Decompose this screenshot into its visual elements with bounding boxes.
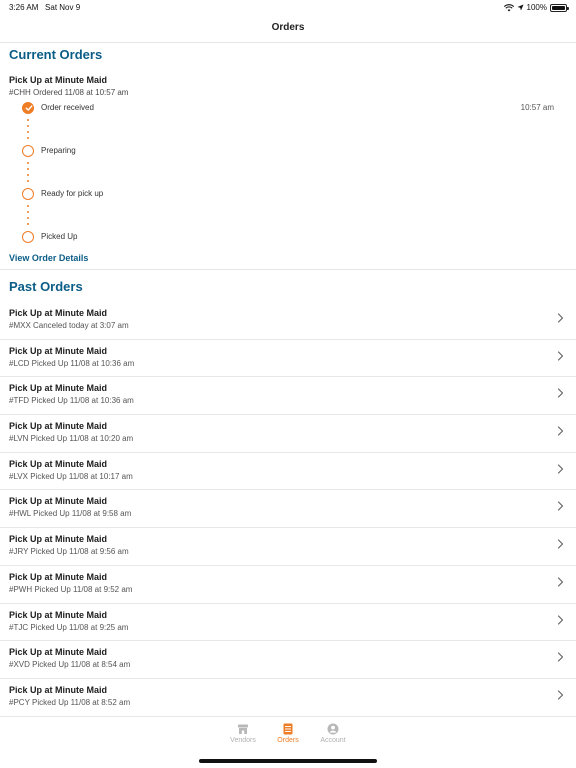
timeline-step-ready: Ready for pick up bbox=[22, 188, 562, 200]
past-order-title: Pick Up at Minute Maid bbox=[9, 383, 108, 394]
past-order-row[interactable]: Pick Up at Minute Maid #LVX Picked Up 11/… bbox=[0, 453, 576, 491]
chevron-right-icon bbox=[557, 426, 564, 436]
past-order-subtitle: #LCD Picked Up 11/08 at 10:36 am bbox=[9, 358, 135, 368]
past-order-row[interactable]: Pick Up at Minute Maid #JRY Picked Up 11/… bbox=[0, 528, 576, 566]
past-order-subtitle: #JRY Picked Up 11/08 at 9:56 am bbox=[9, 547, 129, 557]
past-order-subtitle: #HWL Picked Up 11/08 at 9:58 am bbox=[9, 509, 132, 519]
status-time: 3:26 AM bbox=[9, 3, 39, 12]
chevron-right-icon bbox=[557, 652, 564, 662]
status-time-date: 3:26 AM Sat Nov 9 bbox=[9, 3, 80, 12]
past-order-row[interactable]: Pick Up at Minute Maid #MXX Canceled toda… bbox=[0, 302, 576, 340]
past-order-title: Pick Up at Minute Maid bbox=[9, 609, 108, 620]
past-order-title: Pick Up at Minute Maid bbox=[9, 534, 108, 545]
empty-circle-icon bbox=[22, 188, 34, 200]
past-order-title: Pick Up at Minute Maid bbox=[9, 308, 108, 318]
chevron-right-icon bbox=[557, 501, 564, 512]
timeline-step-preparing: Preparing bbox=[22, 145, 562, 157]
timeline-step-label: Picked Up bbox=[41, 232, 78, 241]
past-order-row[interactable]: Pick Up at Minute Maid #PWH Picked Up 11/… bbox=[0, 566, 576, 604]
past-order-subtitle: #MXX Canceled today at 3:07 am bbox=[9, 321, 129, 330]
past-orders-title: Past Orders bbox=[9, 279, 83, 294]
past-order-row[interactable]: Pick Up at Minute Maid #XVD Picked Up 11/… bbox=[0, 641, 576, 679]
tab-account[interactable]: Account bbox=[313, 723, 353, 744]
past-order-title: Pick Up at Minute Maid bbox=[9, 345, 108, 356]
timeline-step-label: Preparing bbox=[41, 146, 76, 155]
tab-vendors[interactable]: Vendors bbox=[223, 723, 263, 744]
page-title: Orders bbox=[271, 22, 305, 33]
past-order-title: Pick Up at Minute Maid bbox=[9, 571, 108, 582]
tab-orders[interactable]: Orders bbox=[268, 723, 308, 744]
past-order-subtitle: #LVN Picked Up 11/08 at 10:20 am bbox=[9, 434, 134, 444]
past-orders-list: Pick Up at Minute Maid #MXX Canceled toda… bbox=[0, 302, 576, 717]
past-order-row[interactable]: Pick Up at Minute Maid #TJC Picked Up 11/… bbox=[0, 604, 576, 642]
past-order-subtitle: #PWH Picked Up 11/08 at 9:52 am bbox=[9, 584, 133, 594]
chevron-right-icon bbox=[557, 464, 564, 474]
chevron-right-icon bbox=[557, 313, 564, 323]
past-order-title: Pick Up at Minute Maid bbox=[9, 647, 108, 658]
store-icon bbox=[238, 724, 248, 734]
tab-label: Orders bbox=[277, 737, 299, 744]
past-order-subtitle: #LVX Picked Up 11/08 at 10:17 am bbox=[9, 471, 133, 481]
wifi-icon bbox=[503, 3, 514, 11]
navigation-bar: Orders bbox=[0, 16, 576, 43]
past-order-subtitle: #XVD Picked Up 11/08 at 8:54 am bbox=[9, 660, 131, 670]
chevron-right-icon bbox=[557, 690, 564, 700]
past-order-row[interactable]: Pick Up at Minute Maid #LVN Picked Up 11/… bbox=[0, 415, 576, 453]
current-order-subtitle: #CHH Ordered 11/08 at 10:57 am bbox=[9, 88, 129, 97]
tab-label: Account bbox=[320, 737, 346, 744]
battery-nub bbox=[567, 6, 569, 10]
past-order-subtitle: #PCY Picked Up 11/08 at 8:52 am bbox=[9, 697, 131, 707]
past-order-subtitle: #TFD Picked Up 11/08 at 10:36 am bbox=[9, 396, 134, 406]
chevron-right-icon bbox=[557, 388, 564, 398]
empty-circle-icon bbox=[22, 145, 34, 157]
chevron-right-icon bbox=[557, 577, 564, 587]
timeline-step-picked-up: Picked Up bbox=[22, 231, 562, 243]
timeline-connector bbox=[27, 119, 29, 143]
past-order-row[interactable]: Pick Up at Minute Maid #HWL Picked Up 11/… bbox=[0, 490, 576, 529]
chevron-right-icon bbox=[557, 351, 564, 361]
current-order-heading: Pick Up at Minute Maid bbox=[9, 75, 108, 85]
timeline-step-time: 10:57 am bbox=[520, 103, 554, 112]
view-order-details-link[interactable]: View Order Details bbox=[9, 253, 88, 263]
timeline-connector bbox=[27, 162, 29, 186]
timeline-step-label: Ready for pick up bbox=[41, 189, 104, 198]
battery-fill bbox=[552, 5, 565, 10]
battery-percent: 100% bbox=[526, 3, 547, 12]
section-divider bbox=[0, 269, 576, 270]
past-order-subtitle: #TJC Picked Up 11/08 at 9:25 am bbox=[9, 622, 129, 632]
account-icon bbox=[327, 723, 339, 735]
timeline-connector bbox=[27, 205, 29, 229]
status-indicators: 100% bbox=[503, 3, 569, 12]
tab-label: Vendors bbox=[230, 737, 256, 744]
past-order-row[interactable]: Pick Up at Minute Maid #TFD Picked Up 11/… bbox=[0, 377, 576, 416]
past-order-title: Pick Up at Minute Maid bbox=[9, 458, 108, 469]
current-orders-title: Current Orders bbox=[9, 47, 103, 62]
order-status-timeline: Order received 10:57 am Preparing Ready … bbox=[22, 102, 562, 248]
timeline-step-label: Order received bbox=[41, 103, 94, 112]
check-circle-icon bbox=[22, 102, 34, 114]
past-order-row[interactable]: Pick Up at Minute Maid #PCY Picked Up 11/… bbox=[0, 679, 576, 717]
past-order-title: Pick Up at Minute Maid bbox=[9, 684, 108, 695]
status-date: Sat Nov 9 bbox=[45, 3, 81, 12]
receipt-icon bbox=[283, 723, 293, 735]
past-order-title: Pick Up at Minute Maid bbox=[9, 421, 108, 432]
timeline-step-order-received: Order received 10:57 am bbox=[22, 102, 562, 114]
empty-circle-icon bbox=[22, 231, 34, 243]
past-order-row[interactable]: Pick Up at Minute Maid #LCD Picked Up 11/… bbox=[0, 340, 576, 378]
home-indicator bbox=[199, 759, 377, 763]
location-arrow-icon bbox=[517, 4, 524, 11]
chevron-right-icon bbox=[557, 539, 564, 549]
status-bar: 3:26 AM Sat Nov 9 100% bbox=[0, 0, 576, 16]
battery-icon bbox=[550, 3, 569, 12]
past-order-title: Pick Up at Minute Maid bbox=[9, 496, 108, 507]
chevron-right-icon bbox=[557, 614, 564, 625]
